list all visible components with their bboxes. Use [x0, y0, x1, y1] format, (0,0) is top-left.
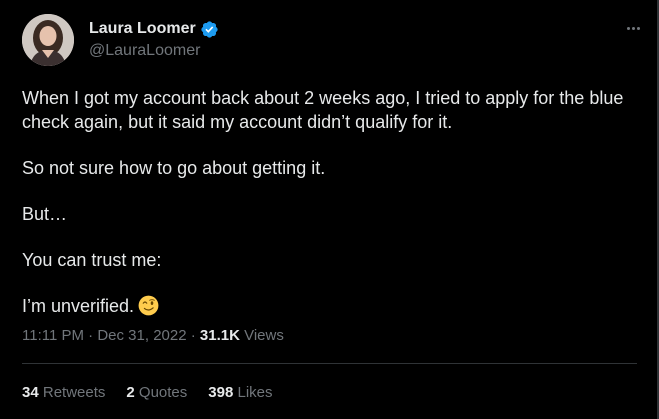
tweet-text: When I got my account back about 2 weeks…: [22, 86, 642, 318]
avatar-photo-icon: [22, 14, 74, 66]
engagement-stats: 34 Retweets 2 Quotes 398 Likes: [22, 382, 294, 404]
retweets-label: Retweets: [42, 384, 106, 401]
views-label: Views: [244, 327, 284, 344]
author-handle[interactable]: @LauraLoomer: [89, 42, 200, 60]
tweet-time[interactable]: 11:11 PM: [22, 327, 84, 344]
meta-separator: ·: [88, 327, 94, 344]
tweet-date[interactable]: Dec 31, 2022: [97, 327, 186, 344]
tweet-paragraph: But…: [22, 204, 68, 224]
avatar[interactable]: [22, 14, 74, 66]
tweet-paragraph-text: I’m unverified.: [22, 296, 135, 316]
meta-separator: ·: [190, 327, 196, 344]
quotes-link[interactable]: 2 Quotes: [126, 382, 187, 404]
views-count: 31.1K: [199, 327, 240, 344]
verified-badge-icon[interactable]: [200, 20, 219, 39]
retweets-count: 34: [22, 384, 39, 401]
quotes-count: 2: [126, 384, 135, 401]
author-name-row[interactable]: Laura Loomer: [89, 18, 219, 40]
likes-link[interactable]: 398 Likes: [208, 382, 272, 404]
retweets-link[interactable]: 34 Retweets: [22, 382, 105, 404]
tweet-card: Laura Loomer @LauraLoomer When I got my …: [0, 0, 659, 419]
tweet-paragraph-last: I’m unverified.: [22, 294, 642, 318]
quotes-label: Quotes: [138, 384, 188, 401]
tweet-paragraph: You can trust me:: [22, 250, 162, 270]
more-options-icon[interactable]: [618, 18, 648, 38]
display-name[interactable]: Laura Loomer: [89, 20, 196, 38]
likes-count: 398: [208, 384, 234, 401]
winking-face-emoji-icon: [138, 295, 159, 316]
tweet-meta: 11:11 PM · Dec 31, 2022 · 31.1K Views: [22, 324, 284, 348]
tweet-paragraph: When I got my account back about 2 weeks…: [22, 88, 624, 132]
tweet-paragraph: So not sure how to go about getting it.: [22, 158, 326, 178]
likes-label: Likes: [237, 384, 273, 401]
divider: [22, 363, 637, 364]
